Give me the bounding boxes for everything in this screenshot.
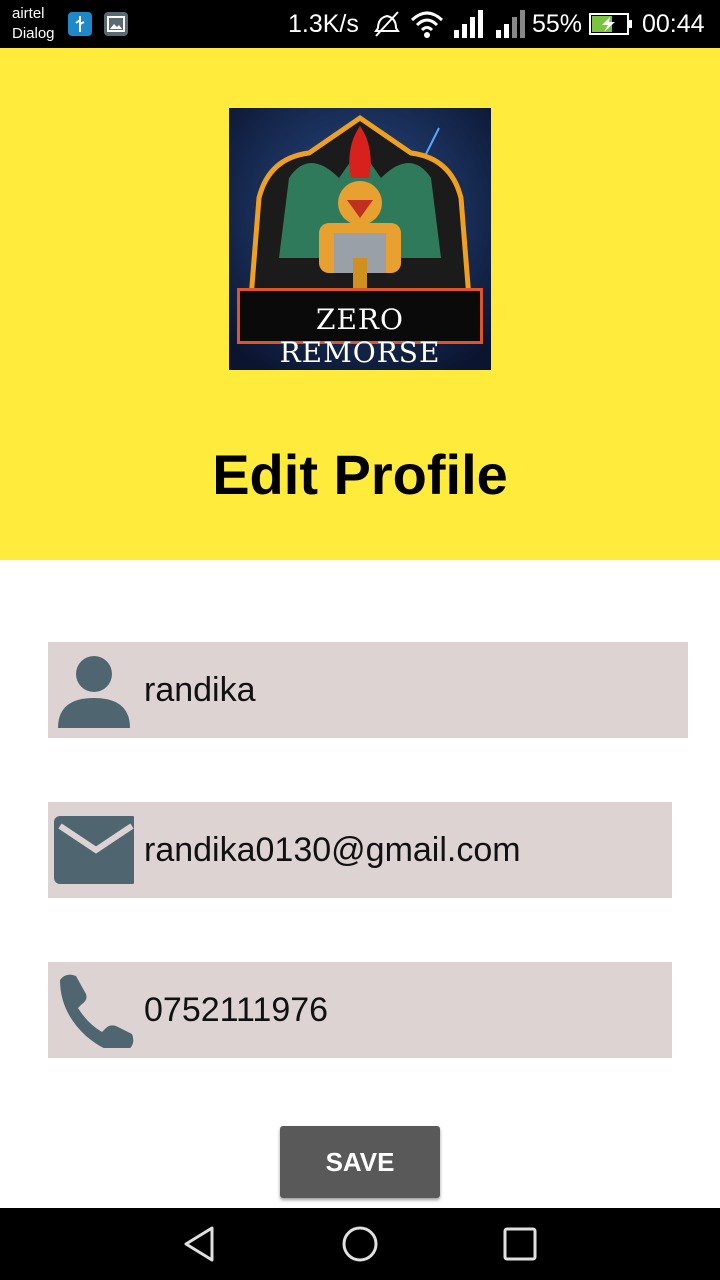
recents-icon[interactable] xyxy=(496,1220,544,1268)
status-bar: airtel Dialog 1.3K/s 55% 00:44 xyxy=(0,0,720,48)
page-title: Edit Profile xyxy=(212,443,508,506)
name-field[interactable] xyxy=(48,642,688,738)
wifi-icon xyxy=(410,11,444,38)
battery-charging-icon xyxy=(589,13,632,35)
carrier-names: airtel Dialog xyxy=(12,4,55,44)
person-icon xyxy=(58,656,130,728)
logo-banner: ZERO REMORSE xyxy=(237,288,483,369)
profile-header: ZERO REMORSE Edit Profile xyxy=(0,48,720,560)
save-button[interactable]: SAVE xyxy=(280,1126,440,1198)
email-icon xyxy=(54,816,134,884)
name-input[interactable] xyxy=(144,642,664,738)
navigation-bar xyxy=(0,1208,720,1280)
usb-icon xyxy=(68,12,92,36)
network-speed: 1.3K/s xyxy=(288,10,359,38)
home-icon[interactable] xyxy=(336,1220,384,1268)
phone-field[interactable] xyxy=(48,962,672,1058)
team-logo: ZERO REMORSE xyxy=(229,108,491,370)
signal-icon xyxy=(454,10,483,38)
carrier-2: Dialog xyxy=(12,25,55,42)
logo-text: ZERO REMORSE xyxy=(279,303,441,369)
battery-percent: 55% xyxy=(532,10,583,38)
signal-icon-2 xyxy=(496,10,525,38)
image-icon xyxy=(104,12,128,36)
carrier-1: airtel xyxy=(12,5,45,22)
phone-icon xyxy=(60,974,134,1048)
mute-icon xyxy=(374,11,400,37)
phone-input[interactable] xyxy=(144,962,664,1058)
clock: 00:44 xyxy=(642,10,705,38)
back-icon[interactable] xyxy=(176,1220,224,1268)
email-field[interactable] xyxy=(48,802,672,898)
email-input[interactable] xyxy=(144,802,664,898)
